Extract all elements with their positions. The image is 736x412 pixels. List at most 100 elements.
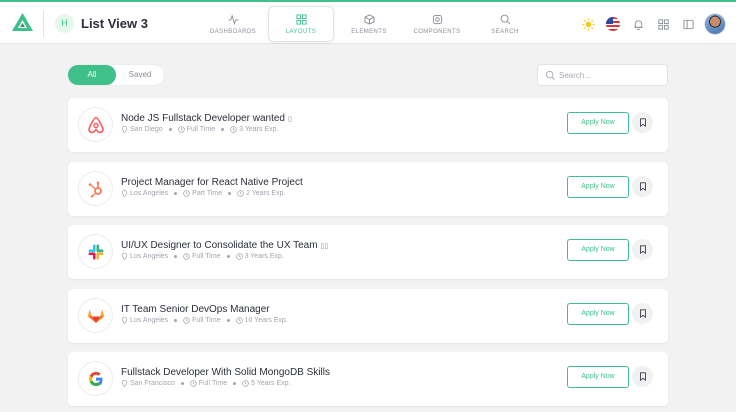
airbnb-icon xyxy=(87,116,104,133)
job-title[interactable]: Project Manager for React Native Project xyxy=(121,177,306,188)
clock-icon xyxy=(190,380,197,387)
job-location-text: Los Angeles xyxy=(130,317,169,324)
job-title-text: Node JS Fullstack Developer wanted xyxy=(121,113,285,124)
nav-dashboards-label: DASHBOARDS xyxy=(209,28,256,35)
job-meta: San Francisco Full Time 5 Years Exp. xyxy=(121,380,290,387)
user-avatar[interactable] xyxy=(704,13,726,35)
language-button[interactable] xyxy=(601,12,625,36)
meta-separator xyxy=(226,255,230,258)
nav-components[interactable]: COMPONENTS xyxy=(404,6,470,42)
apply-now-button[interactable]: Apply Now xyxy=(567,303,629,325)
job-location-text: Los Angeles xyxy=(130,253,169,260)
bookmark-button[interactable] xyxy=(632,112,653,133)
nav-layouts-label: LAYOUTS xyxy=(285,28,317,35)
map-pin-icon xyxy=(121,317,128,324)
job-title-text: IT Team Senior DevOps Manager xyxy=(121,304,270,315)
map-pin-icon xyxy=(121,190,128,197)
job-type: Full Time xyxy=(190,380,227,387)
job-card[interactable]: Node JS Fullstack Developer wanted ▯ San … xyxy=(68,98,668,152)
bookmark-icon xyxy=(639,118,646,127)
meta-separator xyxy=(233,382,237,385)
notifications-button[interactable] xyxy=(626,12,650,36)
meta-separator xyxy=(174,192,178,195)
bell-icon xyxy=(633,19,643,30)
job-location: San Diego xyxy=(121,126,163,133)
job-card[interactable]: Fullstack Developer With Solid MongoDB S… xyxy=(68,352,668,406)
clock-icon xyxy=(242,380,249,387)
job-title[interactable]: Node JS Fullstack Developer wanted ▯ xyxy=(121,113,292,124)
search-icon xyxy=(545,70,555,80)
map-pin-icon xyxy=(121,253,128,260)
nav-search[interactable]: SEARCH xyxy=(472,6,538,42)
job-title[interactable]: Fullstack Developer With Solid MongoDB S… xyxy=(121,367,333,378)
page-title: List View 3 xyxy=(81,16,148,31)
job-experience: 3 Years Exp. xyxy=(235,253,284,260)
job-title-emoji: ▯ xyxy=(287,116,292,123)
bookmark-icon xyxy=(639,372,646,381)
job-experience-text: 10 Years Exp. xyxy=(244,317,288,324)
hubspot-icon xyxy=(88,181,102,198)
app-logo[interactable] xyxy=(12,13,33,31)
search-input[interactable] xyxy=(559,68,663,83)
job-type: Full Time xyxy=(183,317,221,324)
job-card[interactable]: Project Manager for React Native Project… xyxy=(68,162,668,216)
apply-now-button[interactable]: Apply Now xyxy=(567,176,629,198)
job-title[interactable]: IT Team Senior DevOps Manager xyxy=(121,304,273,315)
apply-now-button[interactable]: Apply Now xyxy=(567,239,629,261)
nav-dashboards[interactable]: DASHBOARDS xyxy=(200,6,266,42)
bookmark-button[interactable] xyxy=(632,176,653,197)
bookmark-button[interactable] xyxy=(632,239,653,260)
google-icon xyxy=(88,371,102,386)
bookmark-button[interactable] xyxy=(632,303,653,324)
apps-button[interactable] xyxy=(651,12,675,36)
header-divider xyxy=(43,11,44,37)
meta-separator xyxy=(221,128,225,131)
cube-icon xyxy=(363,13,375,25)
job-experience-text: 2 Years Exp. xyxy=(246,190,286,197)
meta-separator xyxy=(180,382,184,385)
company-logo xyxy=(78,361,113,396)
company-logo xyxy=(78,171,113,206)
tab-all[interactable]: All xyxy=(68,65,116,85)
clock-icon xyxy=(183,253,190,260)
job-meta: San Diego Full Time 3 Years Exp. xyxy=(121,126,278,133)
job-title[interactable]: UI/UX Designer to Consolidate the UX Tea… xyxy=(121,240,328,251)
bookmark-button[interactable] xyxy=(632,366,653,387)
job-experience: 5 Years Exp. xyxy=(242,380,290,387)
job-meta: Los Angeles Full Time 10 Years Exp. xyxy=(121,317,288,324)
theme-toggle-button[interactable] xyxy=(576,12,600,36)
gitlab-icon xyxy=(87,309,104,323)
apps-grid-icon xyxy=(657,18,669,30)
nav-elements[interactable]: ELEMENTS xyxy=(336,6,402,42)
nav-search-label: SEARCH xyxy=(491,28,519,35)
sun-icon xyxy=(581,17,595,31)
pulse-icon xyxy=(227,13,239,25)
job-location: Los Angeles xyxy=(121,317,168,324)
us-flag-icon xyxy=(606,17,620,31)
sidebar-toggle-button[interactable] xyxy=(676,12,700,36)
clock-icon xyxy=(235,253,243,260)
job-card[interactable]: IT Team Senior DevOps Manager Los Angele… xyxy=(68,289,668,343)
job-card[interactable]: UI/UX Designer to Consolidate the UX Tea… xyxy=(68,225,668,279)
nav-layouts[interactable]: LAYOUTS xyxy=(268,6,334,42)
job-meta: Los Angeles Part Time 2 Years Exp. xyxy=(121,190,285,197)
apply-now-button[interactable]: Apply Now xyxy=(567,366,629,388)
page-avatar: H xyxy=(55,14,74,33)
job-experience-text: 5 Years Exp. xyxy=(251,380,291,387)
job-experience-text: 3 Years Exp. xyxy=(244,253,284,260)
nav-components-label: COMPONENTS xyxy=(413,28,461,35)
job-type: Full Time xyxy=(183,253,221,260)
meta-separator xyxy=(228,192,232,195)
meta-separator xyxy=(226,319,230,322)
map-pin-icon xyxy=(121,126,128,133)
clock-icon xyxy=(237,190,244,197)
apply-now-button[interactable]: Apply Now xyxy=(567,112,629,134)
job-type-text: Full Time xyxy=(186,126,216,133)
header-actions xyxy=(575,10,726,38)
bookmark-icon xyxy=(639,182,646,191)
main-nav: DASHBOARDS LAYOUTS ELEMENTS COMPONENTS S… xyxy=(200,6,538,42)
job-location: Los Angeles xyxy=(121,253,168,260)
tab-saved[interactable]: Saved xyxy=(116,65,164,85)
clock-icon xyxy=(177,126,185,133)
search-box xyxy=(537,64,668,86)
